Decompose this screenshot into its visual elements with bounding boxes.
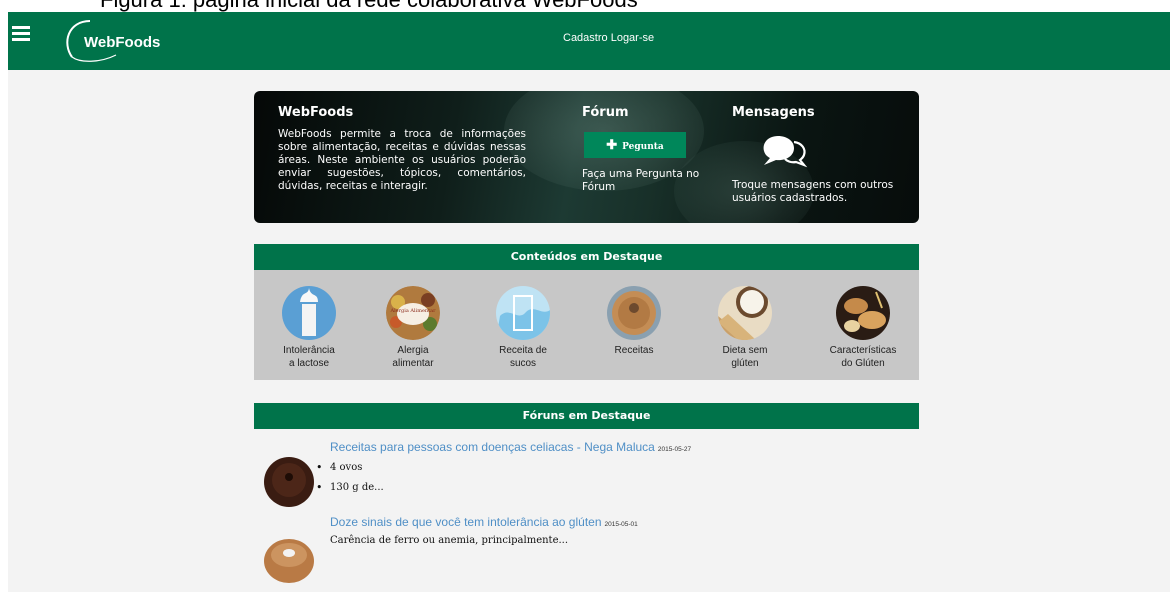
milk-splash-image	[282, 286, 336, 340]
forum-bullet: 130 g de...	[316, 478, 384, 498]
hero-forum: Fórum ✚ Pegunta Faça uma Pergunta no Fóru…	[582, 105, 702, 194]
nav-logar-link[interactable]: Logar-se	[611, 32, 654, 44]
alergia-image-text: Alergia Alimentar	[389, 308, 436, 314]
featured-item-label: sucos	[509, 358, 537, 369]
featured-item-label: glúten	[731, 358, 759, 369]
nav-cadastro-link[interactable]: Cadastro	[563, 32, 608, 44]
forum-title-link[interactable]: Doze sinais de que você tem intolerância…	[330, 515, 638, 529]
featured-item-label: a lactose	[288, 358, 330, 369]
logo[interactable]: WebFoods	[60, 17, 180, 65]
hero-about-text: WebFoods permite a troca de informações …	[278, 128, 526, 192]
forum-bullet: 4 ovos	[316, 458, 384, 478]
logo-text: WebFoods	[84, 34, 161, 51]
featured-item-label: Receitas	[614, 345, 654, 356]
coconut-bread-image	[718, 286, 772, 340]
chat-bubbles-icon	[763, 136, 808, 168]
forum-date: 2015-05-27	[657, 446, 692, 453]
featured-item-label: Dieta sem	[722, 345, 768, 356]
menu-icon[interactable]	[12, 26, 30, 42]
featured-item-dieta[interactable]: Dieta sem glúten	[700, 286, 790, 370]
featured-item-gluten[interactable]: Características do Glúten	[818, 286, 908, 370]
forum-title-link[interactable]: Receitas para pessoas com doenças celiac…	[330, 440, 691, 454]
water-glass-image	[496, 286, 550, 340]
hero-messages: Mensagens Troque mensagens com outros us…	[732, 105, 908, 204]
featured-content: Intolerância a lactose Alergia Alimentar …	[254, 270, 919, 380]
hero-banner: WebFoods WebFoods permite a troca de inf…	[254, 91, 919, 223]
featured-item-sucos[interactable]: Receita de sucos	[478, 286, 568, 370]
featured-item-label: Alergia	[397, 345, 429, 356]
hero-forum-title: Fórum	[582, 105, 629, 120]
figure-caption: Figura 1: página inicial da rede colabor…	[100, 0, 638, 12]
forum-date: 2015-05-01	[604, 521, 638, 528]
featured-item-label: alimentar	[392, 358, 434, 369]
forum-excerpt: Carência de ferro ou anemia, principalme…	[330, 535, 569, 546]
top-navbar: WebFoods Cadastro Logar-se	[8, 12, 1170, 70]
bundt-cake-thumbnail[interactable]	[262, 531, 316, 585]
forum-title-text: Receitas para pessoas com doenças celiac…	[330, 440, 655, 454]
food-allergy-image: Alergia Alimentar	[386, 286, 440, 340]
forum-title-text: Doze sinais de que você tem intolerância…	[330, 515, 602, 529]
chocolate-cake-thumbnail[interactable]	[262, 454, 316, 508]
featured-item-label: do Glúten	[841, 358, 885, 369]
hero-about-title: WebFoods	[278, 105, 354, 120]
page: WebFoods Cadastro Logar-se WebFoods WebF…	[8, 12, 1170, 592]
featured-item-label: Intolerância	[283, 345, 335, 356]
featured-item-lactose[interactable]: Intolerância a lactose	[264, 286, 354, 370]
hero-messages-text: Troque mensagens com outros usuários cad…	[732, 179, 894, 204]
bundt-cake-image	[607, 286, 661, 340]
featured-item-label: Receita de	[499, 345, 547, 356]
forum-excerpt: 4 ovos 130 g de...	[316, 458, 384, 498]
forums-header: Fóruns em Destaque	[254, 403, 919, 429]
nav-links: Cadastro Logar-se	[563, 32, 654, 44]
ask-question-label: Pegunta	[622, 141, 664, 152]
bread-wheat-image	[836, 286, 890, 340]
featured-item-receitas[interactable]: Receitas	[589, 286, 679, 357]
plus-icon: ✚	[606, 137, 618, 153]
ask-question-button[interactable]: ✚ Pegunta	[584, 132, 686, 158]
featured-item-label: Características	[829, 345, 897, 356]
hero-messages-title: Mensagens	[732, 105, 815, 120]
hero-forum-text: Faça uma Pergunta no Fórum	[582, 168, 700, 193]
hero-about: WebFoods WebFoods permite a troca de inf…	[278, 105, 526, 193]
featured-header: Conteúdos em Destaque	[254, 244, 919, 270]
featured-item-alergia[interactable]: Alergia Alimentar Alergia alimentar	[368, 286, 458, 370]
